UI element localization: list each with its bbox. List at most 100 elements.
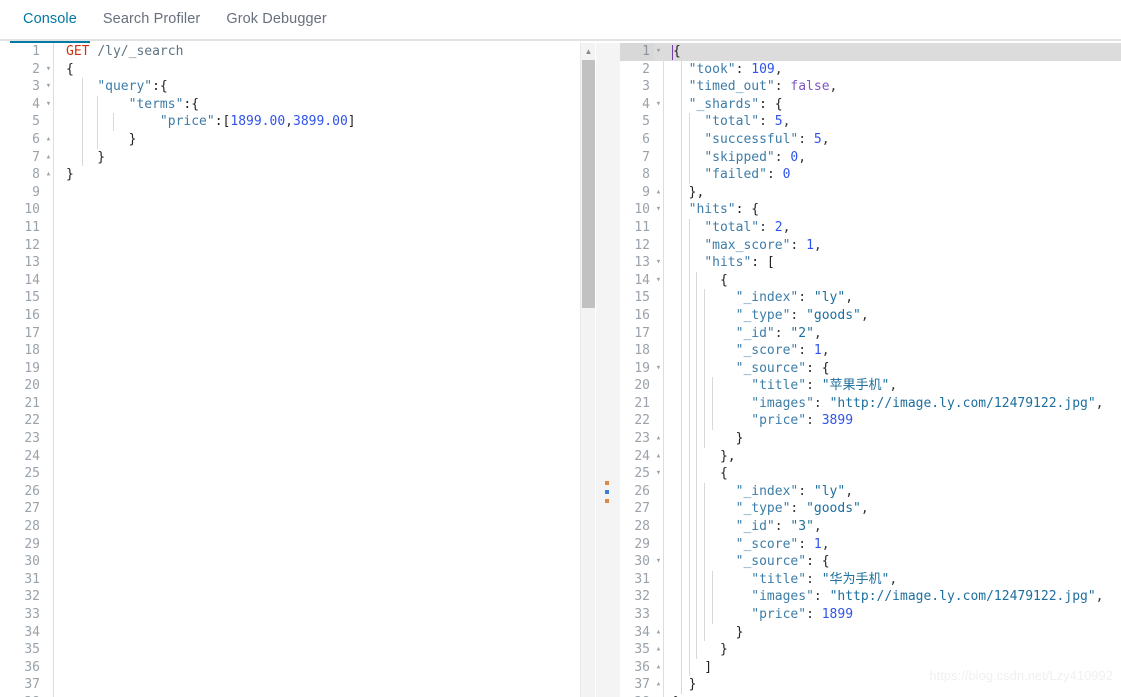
code-text[interactable]: "images": "http://image.ly.com/12479122.… (673, 394, 1121, 413)
code-line[interactable]: 28 (0, 518, 600, 536)
code-line[interactable]: 19 (0, 359, 600, 378)
code-line[interactable]: 11 (0, 218, 600, 237)
code-text[interactable]: "_type": "goods", (673, 500, 1121, 519)
code-text[interactable]: "failed": 0 (673, 166, 1121, 184)
fold-up-icon[interactable]: ▴ (654, 624, 663, 642)
fold-down-icon[interactable]: ▾ (654, 360, 663, 378)
code-line[interactable]: 14 ▾ { (620, 271, 1121, 290)
code-line[interactable]: 8 ▴} (0, 166, 600, 184)
code-text[interactable] (66, 624, 600, 642)
tab-search-profiler[interactable]: Search Profiler (90, 0, 213, 41)
code-line[interactable]: 33 "price": 1899 (620, 606, 1121, 624)
code-line[interactable]: 21 "images": "http://image.ly.com/124791… (620, 394, 1121, 413)
code-text[interactable] (66, 606, 600, 624)
code-line[interactable]: 1 GET /ly/_search (0, 43, 600, 61)
code-text[interactable] (66, 659, 600, 677)
fold-down-icon[interactable]: ▾ (44, 96, 53, 114)
code-text[interactable]: "_shards": { (673, 95, 1121, 114)
divider-grip-icon[interactable] (605, 481, 610, 503)
code-text[interactable]: { (673, 465, 1121, 483)
code-text[interactable] (66, 289, 600, 307)
code-line[interactable]: 4 ▾ "_shards": { (620, 95, 1121, 114)
code-line[interactable]: 31 "title": "华为手机", (620, 570, 1121, 589)
code-line[interactable]: 6 "successful": 5, (620, 130, 1121, 149)
code-text[interactable]: "successful": 5, (673, 130, 1121, 149)
code-text[interactable]: "_id": "2", (673, 324, 1121, 343)
code-line[interactable]: 36 (0, 658, 600, 677)
code-text[interactable] (66, 448, 600, 466)
code-line[interactable]: 1 ▾ { (620, 43, 1121, 61)
code-text[interactable]: "price":[1899.00,3899.00] (66, 113, 600, 131)
code-line[interactable]: 7 "skipped": 0, (620, 148, 1121, 167)
fold-down-icon[interactable]: ▾ (654, 43, 663, 61)
code-text[interactable]: "price": 3899 (673, 412, 1121, 431)
code-line[interactable]: 21 (0, 394, 600, 413)
code-line[interactable]: 18 "_score": 1, (620, 342, 1121, 360)
code-text[interactable] (66, 500, 600, 518)
code-line[interactable]: 13 (0, 254, 600, 272)
code-line[interactable]: 23 ▴ } (620, 430, 1121, 448)
code-line[interactable]: 27 "_type": "goods", (620, 500, 1121, 519)
code-line[interactable]: 35 ▴ } (620, 641, 1121, 659)
code-text[interactable]: } (673, 623, 1121, 642)
code-line[interactable]: 34 ▴ } (620, 623, 1121, 642)
code-line[interactable]: 27 (0, 500, 600, 519)
code-line[interactable]: 2 "took": 109, (620, 60, 1121, 79)
fold-down-icon[interactable]: ▾ (44, 78, 53, 96)
code-text[interactable]: { (673, 271, 1121, 290)
code-text[interactable]: "_id": "3", (673, 518, 1121, 536)
code-text[interactable]: "title": "苹果手机", (673, 377, 1121, 395)
code-text[interactable] (66, 237, 600, 255)
fold-up-icon[interactable]: ▴ (44, 149, 53, 167)
code-line[interactable]: 5 "total": 5, (620, 113, 1121, 131)
code-line[interactable]: 34 (0, 623, 600, 642)
code-line[interactable]: 3 "timed_out": false, (620, 78, 1121, 96)
code-text[interactable]: "_score": 1, (673, 535, 1121, 554)
code-text[interactable] (66, 518, 600, 536)
code-line[interactable]: 29 (0, 535, 600, 554)
code-text[interactable]: "_index": "ly", (673, 289, 1121, 307)
code-text[interactable]: "title": "华为手机", (673, 570, 1121, 589)
code-text[interactable]: }, (673, 183, 1121, 202)
code-line[interactable]: 17 "_id": "2", (620, 324, 1121, 343)
fold-up-icon[interactable]: ▴ (654, 184, 663, 202)
code-line[interactable]: 13 ▾ "hits": [ (620, 254, 1121, 272)
code-line[interactable]: 14 (0, 271, 600, 290)
code-line[interactable]: 11 "total": 2, (620, 218, 1121, 237)
code-line[interactable]: 15 "_index": "ly", (620, 289, 1121, 307)
code-text[interactable] (66, 360, 600, 378)
fold-up-icon[interactable]: ▴ (654, 430, 663, 448)
code-line[interactable]: 8 "failed": 0 (620, 166, 1121, 184)
code-text[interactable] (66, 553, 600, 571)
code-text[interactable] (66, 588, 600, 606)
fold-down-icon[interactable]: ▾ (44, 61, 53, 79)
code-line[interactable]: 9 ▴ }, (620, 183, 1121, 202)
code-text[interactable]: { (672, 43, 1121, 61)
fold-up-icon[interactable]: ▴ (654, 641, 663, 659)
code-line[interactable]: 26 (0, 482, 600, 501)
code-line[interactable]: 15 (0, 289, 600, 307)
fold-down-icon[interactable]: ▾ (654, 553, 663, 571)
code-line[interactable]: 31 (0, 570, 600, 589)
code-line[interactable]: 26 "_index": "ly", (620, 482, 1121, 501)
fold-up-icon[interactable]: ▴ (654, 448, 663, 466)
fold-up-icon[interactable]: ▴ (654, 659, 663, 677)
code-text[interactable]: "total": 2, (673, 218, 1121, 237)
code-line[interactable]: 20 (0, 377, 600, 395)
code-text[interactable] (66, 342, 600, 360)
fold-down-icon[interactable]: ▾ (654, 272, 663, 290)
code-text[interactable]: } (66, 130, 600, 149)
code-text[interactable] (66, 219, 600, 237)
response-code-area[interactable]: 1 ▾{2 "took": 109, 3 "timed_out": false, 4 ▾… (620, 43, 1121, 697)
tab-grok-debugger[interactable]: Grok Debugger (213, 0, 339, 41)
code-text[interactable]: } (66, 148, 600, 167)
code-text[interactable]: "_source": { (673, 553, 1121, 571)
code-line[interactable]: 25 (0, 465, 600, 483)
scroll-up-arrow-icon[interactable]: ▲ (581, 45, 596, 58)
code-text[interactable]: "total": 5, (673, 113, 1121, 131)
code-line[interactable]: 23 (0, 430, 600, 448)
code-text[interactable]: "_source": { (673, 359, 1121, 378)
code-text[interactable] (66, 641, 600, 659)
code-line[interactable]: 7 ▴ } (0, 148, 600, 167)
code-line[interactable]: 30 (0, 553, 600, 571)
